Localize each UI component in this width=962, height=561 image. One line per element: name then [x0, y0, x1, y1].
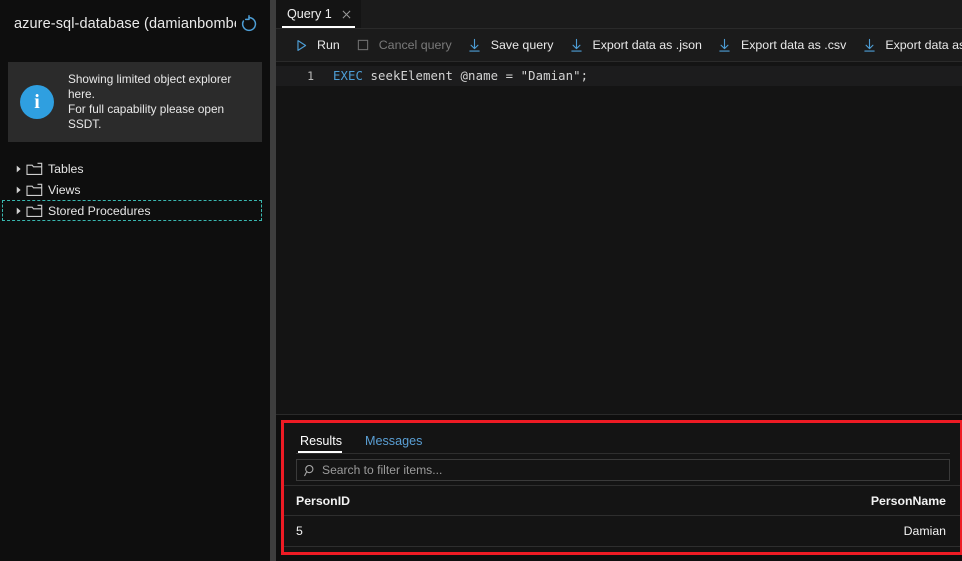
query-main-panel: Query 1 Run Cancel query Save query Expo… [276, 0, 962, 561]
close-icon[interactable] [340, 8, 353, 21]
sidebar-item-label: Views [48, 182, 81, 197]
folder-icon [26, 162, 43, 176]
run-button[interactable]: Run [288, 29, 350, 62]
query-toolbar: Run Cancel query Save query Export data … [276, 29, 962, 62]
cancel-query-button[interactable]: Cancel query [350, 29, 462, 62]
line-number: 1 [307, 69, 314, 83]
sql-keyword: EXEC [333, 69, 364, 83]
table-row[interactable]: 5 Damian [284, 516, 960, 547]
sql-query-editor-window: azure-sql-database (damianbombe… i Showi… [0, 0, 962, 561]
run-button-label: Run [317, 38, 340, 52]
column-header-personid[interactable]: PersonID [296, 494, 871, 508]
table-header-row: PersonID PersonName [284, 485, 960, 516]
chevron-right-icon[interactable] [12, 207, 26, 215]
limited-explorer-info-box: i Showing limited object explorer here. … [8, 62, 262, 142]
object-explorer-sidebar: azure-sql-database (damianbombe… i Showi… [0, 0, 270, 561]
stop-square-icon [354, 36, 372, 54]
search-icon [304, 464, 317, 477]
download-arrow-icon [716, 36, 734, 54]
code-line-1[interactable]: 1 EXEC seekElement @name = "Damian"; [276, 66, 962, 86]
code-text: EXEC seekElement @name = "Damian"; [322, 69, 588, 83]
download-arrow-icon [567, 36, 585, 54]
results-grid: PersonID PersonName 5 Damian [284, 485, 960, 552]
object-explorer-tree: Tables Views Stored Procedures [0, 158, 270, 221]
info-text-line-1: Showing limited object explorer here. [68, 72, 232, 101]
export-csv-button[interactable]: Export data as .csv [712, 29, 856, 62]
cell-personname: Damian [903, 524, 946, 538]
play-icon [292, 36, 310, 54]
results-pane: Results Messages Search to filter items.… [281, 420, 962, 555]
sidebar-item-label: Tables [48, 161, 84, 176]
export-csv-button-label: Export data as .csv [740, 38, 847, 52]
folder-icon [26, 204, 43, 218]
export-xml-button-label: Export data as .xml [885, 38, 962, 52]
download-arrow-icon [466, 36, 484, 54]
results-pane-container: Results Messages Search to filter items.… [276, 415, 962, 561]
sql-statement-rest: seekElement @name = "Damian"; [363, 69, 589, 83]
download-arrow-icon [860, 36, 878, 54]
export-json-button-label: Export data as .json [592, 38, 702, 52]
sidebar-item-label: Stored Procedures [48, 203, 151, 218]
database-name-title: azure-sql-database (damianbombe… [14, 16, 236, 32]
tab-query-1[interactable]: Query 1 [276, 0, 361, 28]
info-text: Showing limited object explorer here. Fo… [68, 72, 252, 132]
cell-personid: 5 [296, 524, 303, 538]
sql-code-editor[interactable]: 1 EXEC seekElement @name = "Damian"; [276, 62, 962, 415]
folder-icon [26, 183, 43, 197]
sidebar-item-stored-procedures[interactable]: Stored Procedures [2, 200, 262, 221]
refresh-icon[interactable] [240, 15, 258, 33]
chevron-right-icon[interactable] [12, 186, 26, 194]
results-filter-row [284, 454, 960, 485]
export-json-button[interactable]: Export data as .json [563, 29, 712, 62]
save-query-button[interactable]: Save query [462, 29, 564, 62]
chevron-right-icon[interactable] [12, 165, 26, 173]
search-input[interactable] [322, 463, 949, 477]
save-query-button-label: Save query [490, 38, 554, 52]
tab-messages[interactable]: Messages [363, 434, 431, 453]
results-tab-strip: Results Messages [284, 423, 960, 453]
query-tab-strip: Query 1 [276, 0, 962, 29]
sidebar-item-tables[interactable]: Tables [0, 158, 270, 179]
tab-label: Query 1 [287, 7, 332, 21]
cancel-query-button-label: Cancel query [378, 38, 452, 52]
sidebar-header: azure-sql-database (damianbombe… [0, 0, 270, 48]
tab-results[interactable]: Results [298, 434, 351, 453]
info-text-line-2: For full capability please open SSDT. [68, 102, 225, 131]
info-icon: i [20, 85, 54, 119]
search-filter-box[interactable] [296, 459, 950, 481]
sidebar-item-views[interactable]: Views [0, 179, 270, 200]
column-header-personname[interactable]: PersonName [871, 494, 948, 508]
export-xml-button[interactable]: Export data as .xml [856, 29, 962, 62]
